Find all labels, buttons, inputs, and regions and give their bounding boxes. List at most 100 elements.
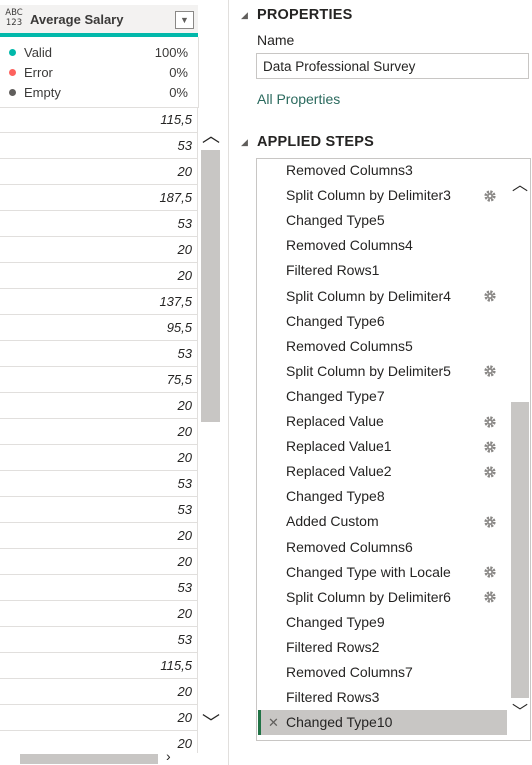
applied-step-label: Changed Type8 (286, 488, 385, 505)
applied-step-label: Split Column by Delimiter4 (286, 287, 451, 304)
scroll-down-icon[interactable]: ﹀ (199, 714, 223, 732)
applied-step-label: Removed Columns4 (286, 237, 413, 254)
applied-step[interactable]: Replaced Value2 (258, 459, 507, 484)
all-properties-link[interactable]: All Properties (257, 91, 340, 107)
collapse-triangle-icon[interactable]: ◢ (241, 10, 248, 21)
table-cell[interactable]: 53 (0, 211, 198, 237)
applied-step-label: Changed Type7 (286, 387, 385, 404)
applied-step-label: Changed Type9 (286, 613, 385, 630)
applied-step[interactable]: Split Column by Delimiter4 (258, 284, 507, 309)
gear-icon[interactable] (483, 459, 497, 484)
gear-icon[interactable] (483, 409, 497, 434)
table-cell[interactable]: 53 (0, 341, 198, 367)
grid-vertical-scrollbar[interactable]: ︿ ﹀ (199, 107, 223, 753)
table-cell[interactable]: 95,5 (0, 315, 198, 341)
applied-step[interactable]: Removed Columns4 (258, 233, 507, 258)
table-cell[interactable]: 53 (0, 497, 198, 523)
gear-icon[interactable] (483, 434, 497, 459)
applied-step[interactable]: Filtered Rows1 (258, 258, 507, 283)
table-cell[interactable]: 53 (0, 575, 198, 601)
table-cell[interactable]: 20 (0, 679, 198, 705)
table-cell[interactable]: 53 (0, 133, 198, 159)
applied-step[interactable]: Replaced Value1 (258, 434, 507, 459)
applied-step[interactable]: ✕ Changed Type10 (258, 710, 507, 736)
gear-icon[interactable] (483, 560, 497, 585)
applied-step[interactable]: Removed Columns5 (258, 334, 507, 359)
scroll-thumb[interactable] (511, 402, 529, 698)
table-cell[interactable]: 20 (0, 393, 198, 419)
applied-step[interactable]: Filtered Rows2 (258, 635, 507, 660)
applied-step[interactable]: Changed Type with Locale (258, 560, 507, 585)
applied-steps-list: Removed Columns3 Split Column by Delimite… (256, 158, 531, 741)
table-cell[interactable]: 20 (0, 445, 198, 471)
applied-step[interactable]: Replaced Value (258, 409, 507, 434)
applied-step[interactable]: Added Custom (258, 509, 507, 534)
applied-step[interactable]: Filtered Rows3 (258, 685, 507, 710)
applied-step[interactable]: Changed Type6 (258, 309, 507, 334)
quality-row-error: Error 0% (0, 63, 198, 83)
scroll-up-icon[interactable]: ︿ (510, 177, 530, 195)
applied-step[interactable]: Changed Type9 (258, 610, 507, 635)
chevron-down-icon: ▼ (180, 15, 189, 25)
type-icon-top-text: ABC (5, 8, 23, 18)
quality-value: 0% (169, 85, 188, 100)
applied-step[interactable]: Changed Type7 (258, 384, 507, 409)
applied-step-label: Filtered Rows3 (286, 689, 380, 706)
steps-vertical-scrollbar[interactable]: ︿ ﹀ (510, 159, 530, 740)
table-cell[interactable]: 137,5 (0, 289, 198, 315)
table-cell[interactable]: 53 (0, 471, 198, 497)
applied-step-label: Removed Columns5 (286, 337, 413, 354)
table-cell[interactable]: 53 (0, 627, 198, 653)
table-cell[interactable]: 115,5 (0, 653, 198, 679)
data-grid: ABC 123 Average Salary ▼ Valid 100% Error 0… (0, 0, 228, 765)
data-type-any-icon[interactable]: ABC 123 (2, 8, 26, 28)
gear-icon[interactable] (483, 585, 497, 610)
horizontal-scroll-thumb[interactable] (20, 754, 158, 764)
table-cell[interactable]: 115,5 (0, 107, 198, 133)
grid-horizontal-scrollbar[interactable]: › (0, 748, 198, 765)
applied-step-label: Removed Columns7 (286, 664, 413, 680)
applied-step[interactable]: Split Column by Delimiter6 (258, 585, 507, 610)
applied-step-label: Split Column by Delimiter3 (286, 187, 451, 204)
gear-icon[interactable] (483, 183, 497, 208)
table-cell[interactable]: 20 (0, 263, 198, 289)
column-title: Average Salary (30, 12, 124, 27)
scroll-thumb[interactable] (201, 150, 220, 422)
applied-step[interactable]: Removed Columns7 (258, 660, 507, 685)
table-cell[interactable]: 75,5 (0, 367, 198, 393)
applied-step[interactable]: Changed Type5 (258, 208, 507, 233)
gear-icon[interactable] (483, 284, 497, 309)
quality-dot-icon (9, 89, 16, 96)
applied-step[interactable]: Changed Type8 (258, 484, 507, 509)
applied-step[interactable]: Removed Columns6 (258, 535, 507, 560)
gear-icon[interactable] (483, 359, 497, 384)
applied-step-label: Removed Columns3 (286, 162, 413, 178)
collapse-triangle-icon[interactable]: ◢ (241, 137, 248, 148)
table-cell[interactable]: 187,5 (0, 185, 198, 211)
table-cell[interactable]: 20 (0, 237, 198, 263)
column-quality-summary: Valid 100% Error 0% Empty 0% (0, 37, 199, 108)
query-name-input[interactable] (256, 53, 529, 79)
applied-step[interactable]: Split Column by Delimiter3 (258, 183, 507, 208)
table-cell[interactable]: 20 (0, 523, 198, 549)
applied-step-label: Split Column by Delimiter5 (286, 362, 451, 379)
scroll-down-icon[interactable]: ﹀ (510, 704, 530, 722)
quality-row-valid: Valid 100% (0, 43, 198, 63)
properties-title: PROPERTIES (257, 7, 353, 23)
applied-step[interactable]: Split Column by Delimiter5 (258, 359, 507, 384)
gear-icon[interactable] (483, 509, 497, 534)
column-header-average-salary[interactable]: ABC 123 Average Salary ▼ (0, 5, 198, 37)
scroll-right-icon[interactable]: › (166, 748, 171, 764)
table-cell[interactable]: 20 (0, 705, 198, 731)
scroll-up-icon[interactable]: ︿ (199, 127, 223, 145)
delete-step-icon[interactable]: ✕ (268, 710, 279, 735)
table-cell[interactable]: 20 (0, 601, 198, 627)
quality-value: 100% (154, 45, 188, 60)
table-cell[interactable]: 20 (0, 159, 198, 185)
applied-step-label: Replaced Value1 (286, 438, 392, 455)
table-cell[interactable]: 20 (0, 419, 198, 445)
table-cell[interactable]: 20 (0, 549, 198, 575)
applied-step[interactable]: Removed Columns3 (258, 159, 507, 183)
applied-step-label: Filtered Rows1 (286, 262, 380, 279)
column-filter-dropdown-button[interactable]: ▼ (175, 11, 194, 29)
